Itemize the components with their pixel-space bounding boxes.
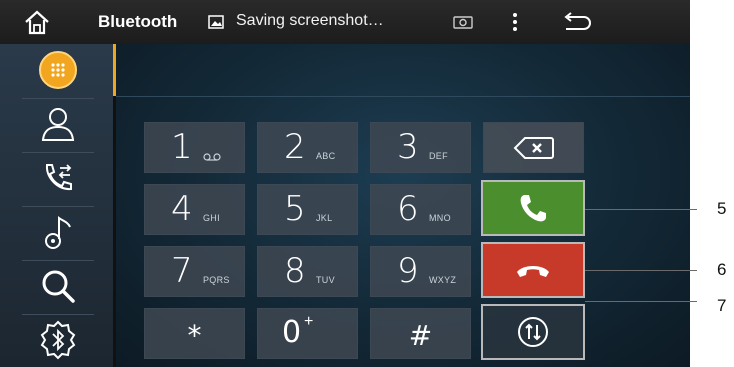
image-icon bbox=[208, 15, 224, 29]
callout-line-5 bbox=[585, 209, 697, 210]
search-icon bbox=[42, 270, 75, 303]
key-7[interactable]: 7 PQRS bbox=[144, 246, 245, 297]
sidebar-item-music[interactable] bbox=[8, 206, 108, 258]
back-icon[interactable] bbox=[560, 10, 592, 34]
callout-line-6 bbox=[585, 270, 697, 271]
sidebar-item-dialpad[interactable] bbox=[8, 44, 108, 96]
home-icon[interactable] bbox=[22, 8, 52, 36]
hangup-icon bbox=[517, 266, 549, 277]
key-6[interactable]: 6 MNO bbox=[370, 184, 471, 235]
music-icon bbox=[45, 216, 71, 249]
key-2[interactable]: 2 ABC bbox=[257, 122, 358, 173]
device-screen: Bluetooth Saving screenshot… 1 2 ABC 3 D… bbox=[0, 0, 690, 367]
callout-7: 7 bbox=[717, 296, 727, 315]
key-5[interactable]: 5 JKL bbox=[257, 184, 358, 235]
menu-icon[interactable] bbox=[508, 10, 522, 34]
callout-line-7 bbox=[585, 301, 697, 302]
key-9[interactable]: 9 WXYZ bbox=[370, 246, 471, 297]
key-hash[interactable]: # bbox=[370, 308, 471, 359]
sidebar bbox=[0, 44, 113, 367]
transfer-icon bbox=[518, 317, 548, 347]
call-log-icon bbox=[45, 164, 72, 191]
key-1[interactable]: 1 bbox=[144, 122, 245, 173]
key-8[interactable]: 8 TUV bbox=[257, 246, 358, 297]
dialer-panel: 1 2 ABC 3 DEF 4 GHI 5 JKL 6 MNO 7 PQRS 8… bbox=[116, 44, 690, 367]
contact-icon bbox=[41, 108, 75, 141]
key-4[interactable]: 4 GHI bbox=[144, 184, 245, 235]
callout-6: 6 bbox=[717, 260, 727, 279]
camera-icon bbox=[453, 15, 473, 29]
backspace-button[interactable] bbox=[483, 122, 584, 173]
dialpad-icon bbox=[39, 51, 77, 89]
bluetooth-settings-icon bbox=[40, 320, 76, 360]
key-0[interactable]: 0 + bbox=[257, 308, 358, 359]
sidebar-item-search[interactable] bbox=[8, 260, 108, 312]
call-button[interactable] bbox=[481, 180, 585, 236]
key-star[interactable]: * bbox=[144, 308, 245, 359]
status-bar: Bluetooth Saving screenshot… bbox=[0, 0, 690, 44]
app-title: Bluetooth bbox=[98, 12, 178, 31]
key-3[interactable]: 3 DEF bbox=[370, 122, 471, 173]
callout-5: 5 bbox=[717, 199, 727, 218]
backspace-icon bbox=[513, 136, 554, 159]
notification-text: Saving screenshot… bbox=[236, 12, 384, 29]
sidebar-item-contacts[interactable] bbox=[8, 98, 108, 150]
hangup-button[interactable] bbox=[481, 242, 585, 298]
sidebar-item-call-log[interactable] bbox=[8, 152, 108, 204]
voicemail-icon bbox=[203, 153, 221, 161]
number-display bbox=[116, 96, 690, 97]
audio-transfer-button[interactable] bbox=[481, 304, 585, 360]
sidebar-item-bluetooth-settings[interactable] bbox=[8, 314, 108, 366]
phone-icon bbox=[520, 195, 546, 222]
